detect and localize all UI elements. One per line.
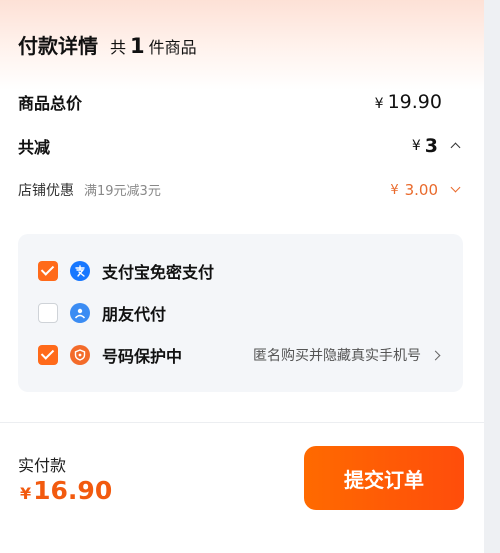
total-label: 实付款: [18, 456, 67, 475]
goods-total-row: 商品总价 ¥ 19.90: [18, 90, 464, 114]
currency-symbol: ¥: [390, 182, 399, 198]
discount-row[interactable]: 共减 ¥ 3: [18, 134, 464, 158]
header: 付款详情 共 1 件商品: [18, 30, 197, 60]
store-discount-info: 店铺优惠 满19元减3元: [18, 180, 161, 200]
currency-symbol: ¥: [411, 138, 421, 154]
phone-protect-note[interactable]: 匿名购买并隐藏真实手机号: [253, 345, 443, 365]
discount-toggle[interactable]: ¥ 3: [412, 135, 464, 157]
option-label: 号码保护中: [102, 347, 183, 366]
goods-total-price: ¥ 19.90: [375, 91, 442, 113]
alipay-checkbox[interactable]: [38, 261, 58, 281]
chevron-right-icon[interactable]: [431, 348, 443, 362]
phone-protect-icon: [70, 345, 90, 365]
submit-order-button[interactable]: 提交订单: [304, 446, 464, 510]
phone-protect-note-text: 匿名购买并隐藏真实手机号: [253, 348, 421, 364]
discount-label: 共减: [18, 138, 51, 157]
store-discount-price[interactable]: ¥ 3.00: [390, 181, 464, 199]
total-price: ¥ 16.90: [20, 476, 112, 505]
goods-total-label: 商品总价: [18, 94, 83, 113]
option-label: 支付宝免密支付: [102, 263, 215, 282]
phone-protect-checkbox[interactable]: [38, 345, 58, 365]
store-discount-row[interactable]: 店铺优惠 满19元减3元 ¥ 3.00: [18, 180, 464, 200]
option-phone-protect[interactable]: 号码保护中 匿名购买并隐藏真实手机号: [38, 342, 443, 368]
divider: [0, 422, 484, 423]
store-discount-label: 店铺优惠: [18, 183, 74, 199]
page-title: 付款详情: [18, 34, 98, 58]
option-label: 朋友代付: [102, 305, 167, 324]
chevron-up-icon[interactable]: [448, 138, 464, 154]
friend-pay-checkbox[interactable]: [38, 303, 58, 323]
total-value: 16.90: [33, 476, 113, 505]
goods-total-value: 19.90: [387, 91, 442, 113]
item-count-suffix: 件商品: [148, 38, 197, 57]
payment-options: 支付宝免密支付 朋友代付 号码保护中 匿名购买并隐藏真实手机号: [18, 234, 463, 392]
store-discount-value: 3.00: [404, 181, 438, 199]
alipay-icon: [70, 261, 90, 281]
chevron-down-icon[interactable]: [448, 182, 464, 198]
discount-value: 3: [424, 135, 438, 157]
store-discount-desc: 满19元减3元: [84, 184, 161, 199]
item-count-prefix: 共: [110, 38, 127, 57]
currency-symbol: ¥: [374, 96, 384, 112]
option-alipay[interactable]: 支付宝免密支付: [38, 258, 443, 284]
option-friend-pay[interactable]: 朋友代付: [38, 300, 443, 326]
friend-pay-icon: [70, 303, 90, 323]
item-count: 1: [130, 34, 145, 58]
currency-symbol: ¥: [20, 484, 32, 503]
payment-details-card: 付款详情 共 1 件商品 商品总价 ¥ 19.90 共减 ¥ 3 店铺优惠 满1…: [0, 0, 484, 553]
